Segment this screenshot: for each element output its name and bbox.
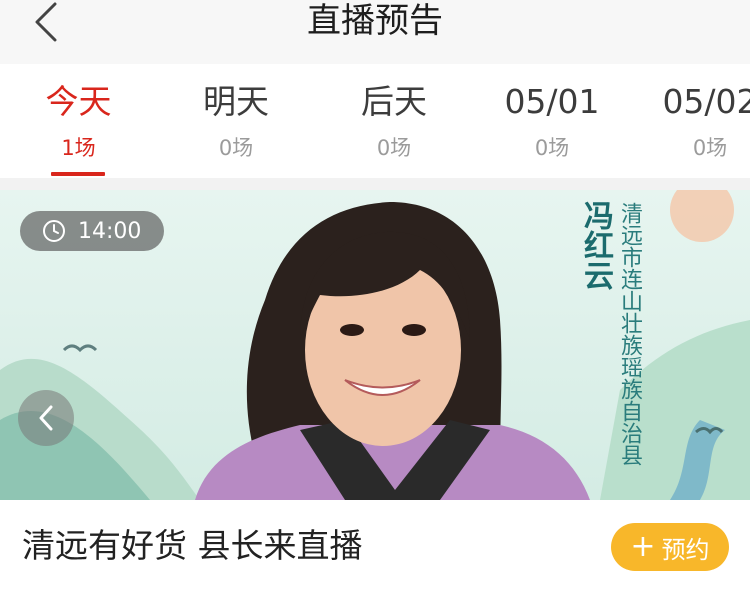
tab-today[interactable]: 今天 1场 — [0, 64, 157, 178]
tab-label: 后天 — [361, 82, 427, 121]
portrait-eye-right — [402, 324, 426, 336]
clock-icon — [42, 219, 66, 243]
tab-label: 05/02 — [662, 82, 750, 121]
host-title: 清远市连山壮族瑶族自治县 — [617, 202, 642, 466]
tab-count: 0场 — [376, 136, 412, 160]
start-time-badge: 14:00 — [20, 211, 164, 251]
tab-tomorrow[interactable]: 明天 0场 — [157, 64, 315, 178]
page-title: 直播预告 — [307, 1, 443, 41]
tab-0501[interactable]: 05/01 0场 — [473, 64, 631, 178]
host-name: 冯红云 — [578, 200, 613, 290]
section-divider — [0, 178, 750, 190]
tab-count: 0场 — [218, 136, 254, 160]
active-tab-indicator — [51, 172, 105, 176]
tab-count: 0场 — [692, 136, 728, 160]
bird-left — [62, 344, 98, 353]
tab-label: 明天 — [203, 82, 269, 121]
plus-icon: + — [630, 529, 656, 564]
start-time: 14:00 — [78, 218, 142, 244]
top-bar: 直播预告 — [0, 0, 750, 64]
sun-shape — [670, 190, 734, 242]
event-info-bar: 清远有好货 县长来直播 + 预约 — [0, 500, 750, 593]
tab-label: 今天 — [45, 82, 112, 121]
tab-count: 0场 — [534, 136, 570, 160]
chevron-left-icon — [39, 405, 53, 431]
tab-day-after-tomorrow[interactable]: 后天 0场 — [315, 64, 473, 178]
carousel-prev-button[interactable] — [18, 390, 74, 446]
reserve-label: 预约 — [661, 535, 710, 564]
live-banner[interactable]: 14:00 冯红云 清远市连山壮族瑶族自治县 — [0, 190, 750, 500]
portrait-eye-left — [340, 324, 364, 336]
date-tabs: 今天 1场 明天 0场 后天 0场 05/01 0场 05/02 0场 — [0, 64, 750, 178]
tab-label: 05/01 — [504, 82, 600, 121]
event-title[interactable]: 清远有好货 县长来直播 — [22, 525, 363, 567]
tab-0502[interactable]: 05/02 0场 — [631, 64, 750, 178]
reserve-button[interactable]: + 预约 — [611, 523, 729, 571]
tab-count: 1场 — [61, 136, 96, 160]
